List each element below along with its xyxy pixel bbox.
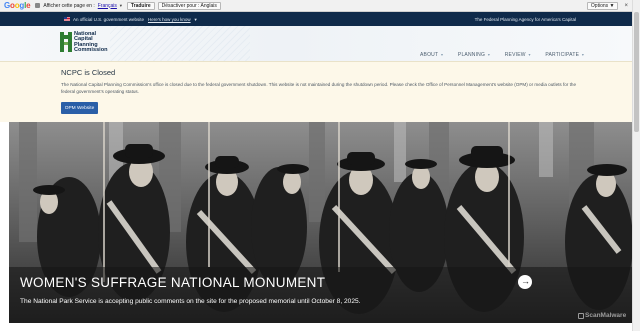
chevron-down-icon: ▼ (527, 53, 532, 57)
google-logo: Google (4, 1, 31, 10)
logo-text: National Capital Planning Commission (74, 31, 108, 54)
notice-text: The National Capital Planning Commission… (61, 82, 576, 95)
options-button[interactable]: Options ▼ (586, 1, 619, 10)
translate-button[interactable]: Traduire (126, 1, 155, 10)
hero-subtitle: The National Park Service is accepting p… (20, 298, 361, 305)
options-label: Options (590, 2, 609, 9)
nav-label: REVIEW (504, 52, 526, 58)
page-scrollbar[interactable] (632, 0, 640, 331)
chevron-down-icon[interactable]: ▼ (194, 17, 198, 22)
closure-notice: NCPC is Closed The National Capital Plan… (0, 61, 632, 122)
chevron-down-icon: ▼ (487, 53, 491, 57)
translate-page-icon (35, 3, 41, 8)
ncpc-logo[interactable]: National Capital Planning Commission (60, 31, 108, 54)
opm-website-button[interactable]: OPM Website (61, 102, 98, 114)
us-flag-icon (64, 17, 70, 21)
notice-title: NCPC is Closed (61, 68, 116, 77)
nav-item-about[interactable]: ABOUT ▼ (420, 52, 444, 58)
chevron-down-icon: ▼ (581, 53, 585, 57)
main-nav: ABOUT ▼ PLANNING ▼ REVIEW ▼ PARTICIPATE ▼ (420, 52, 599, 58)
nav-item-planning[interactable]: PLANNING ▼ (458, 52, 491, 58)
chevron-down-icon[interactable]: ▼ (119, 3, 123, 8)
nav-item-review[interactable]: REVIEW ▼ (505, 52, 532, 58)
scrollbar-thumb[interactable] (634, 12, 639, 132)
close-icon[interactable]: × (624, 3, 628, 9)
nav-label: PARTICIPATE (545, 52, 580, 58)
gov-banner-text: An official U.S. government website (73, 16, 144, 22)
nav-label: PLANNING (457, 52, 486, 58)
agency-tagline: The Federal Planning Agency for America'… (474, 16, 576, 22)
watermark-text: ScanMalware (585, 312, 627, 319)
logo-line: Commission (74, 47, 108, 54)
hero-title[interactable]: WOMEN'S SUFFRAGE NATIONAL MONUMENT (20, 275, 325, 290)
page-bottom (0, 323, 632, 331)
scanmalware-watermark: ScanMalware (578, 312, 626, 319)
header-pattern (110, 26, 250, 61)
translate-prompt: Afficher cette page en : (43, 2, 95, 9)
translate-bar: Google Afficher cette page en : Français… (0, 0, 632, 12)
hero-caption: WOMEN'S SUFFRAGE NATIONAL MONUMENT The N… (9, 267, 632, 323)
arrow-right-circle-icon[interactable]: → (518, 275, 532, 289)
ncpc-logo-mark-icon (60, 32, 72, 52)
language-select[interactable]: Français (98, 3, 117, 9)
nav-label: ABOUT (420, 52, 439, 58)
scanmalware-logo-icon (578, 312, 584, 319)
chevron-down-icon: ▼ (440, 53, 444, 57)
disable-translate-button[interactable]: Désactiver pour : Anglais (157, 1, 221, 10)
gov-banner: An official U.S. government website Here… (0, 12, 632, 26)
heres-how-you-know-link[interactable]: Here's how you know (148, 17, 191, 22)
nav-item-participate[interactable]: PARTICIPATE ▼ (545, 52, 584, 58)
hero-banner[interactable]: WOMEN'S SUFFRAGE NATIONAL MONUMENT The N… (9, 122, 632, 323)
